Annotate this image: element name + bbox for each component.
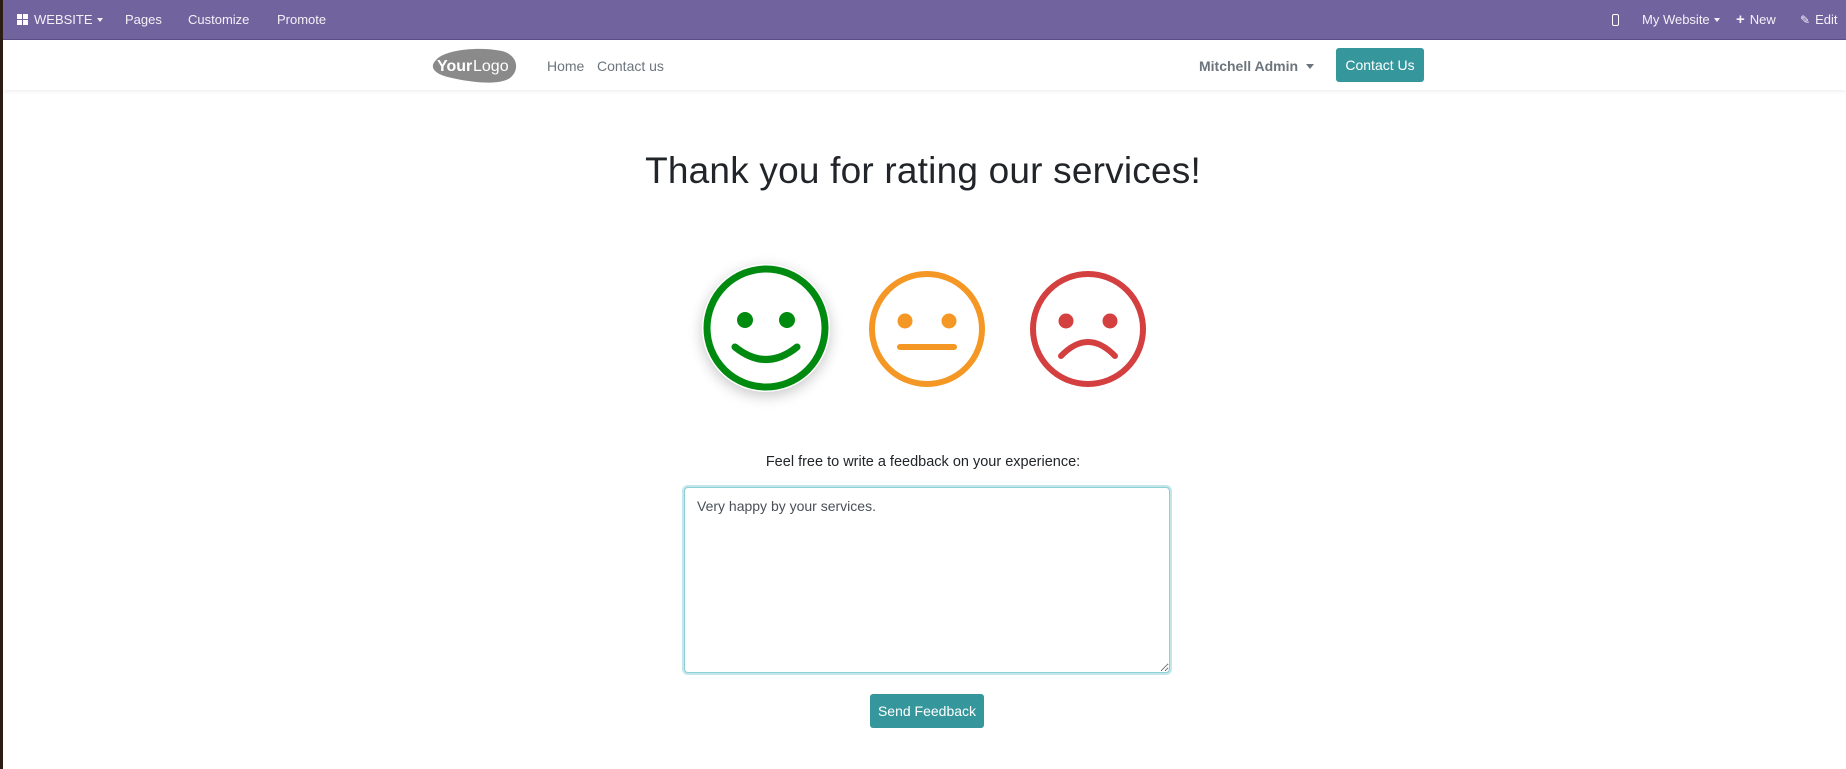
send-feedback-button[interactable]: Send Feedback — [870, 694, 984, 728]
window-edge — [0, 0, 3, 769]
website-app-menu[interactable]: WEBSITE — [17, 0, 103, 39]
mobile-preview-button[interactable] — [1612, 0, 1619, 39]
edit-button[interactable]: ✎ Edit — [1800, 0, 1837, 39]
caret-down-icon — [96, 18, 103, 22]
smiley-sad-icon — [1030, 271, 1146, 387]
feedback-label: Feel free to write a feedback on your ex… — [765, 454, 1081, 470]
feedback-textarea[interactable]: Very happy by your services. — [684, 487, 1170, 673]
rating-dissatisfied[interactable] — [1029, 270, 1147, 388]
website-header: Your Logo Home Contact us Mitchell Admin… — [3, 40, 1846, 90]
apps-grid-icon — [17, 14, 28, 25]
logo[interactable]: Your Logo — [430, 48, 518, 83]
rating-satisfied[interactable] — [702, 264, 830, 392]
page-title: Thank you for rating our services! — [645, 150, 1201, 191]
user-name: Mitchell Admin — [1199, 58, 1299, 74]
mobile-icon — [1612, 14, 1619, 26]
caret-down-icon — [1306, 64, 1315, 69]
logo-text-light: Logo — [473, 58, 509, 75]
nav-home[interactable]: Home — [547, 40, 584, 90]
rating-okay[interactable] — [868, 270, 986, 388]
smiley-neutral-icon — [869, 271, 985, 387]
new-label: New — [1749, 12, 1776, 27]
contact-us-button[interactable]: Contact Us — [1336, 48, 1424, 82]
nav-contact-us[interactable]: Contact us — [597, 40, 664, 90]
menu-customize[interactable]: Customize — [188, 0, 249, 39]
user-menu[interactable]: Mitchell Admin — [1199, 40, 1315, 90]
website-selector[interactable]: My Website — [1642, 0, 1720, 39]
menu-pages[interactable]: Pages — [125, 0, 162, 39]
pencil-icon: ✎ — [1800, 13, 1811, 27]
website-app-label: WEBSITE — [34, 12, 93, 27]
logo-text-bold: Your — [437, 58, 472, 75]
smiley-happy-icon — [703, 265, 829, 391]
admin-navbar: WEBSITE Pages Customize Promote My Websi… — [0, 0, 1846, 40]
edit-label: Edit — [1815, 12, 1838, 27]
plus-icon: + — [1736, 11, 1745, 28]
new-button[interactable]: + New — [1736, 0, 1776, 39]
website-selector-label: My Website — [1642, 12, 1710, 27]
caret-down-icon — [1713, 18, 1720, 22]
menu-promote[interactable]: Promote — [277, 0, 326, 39]
